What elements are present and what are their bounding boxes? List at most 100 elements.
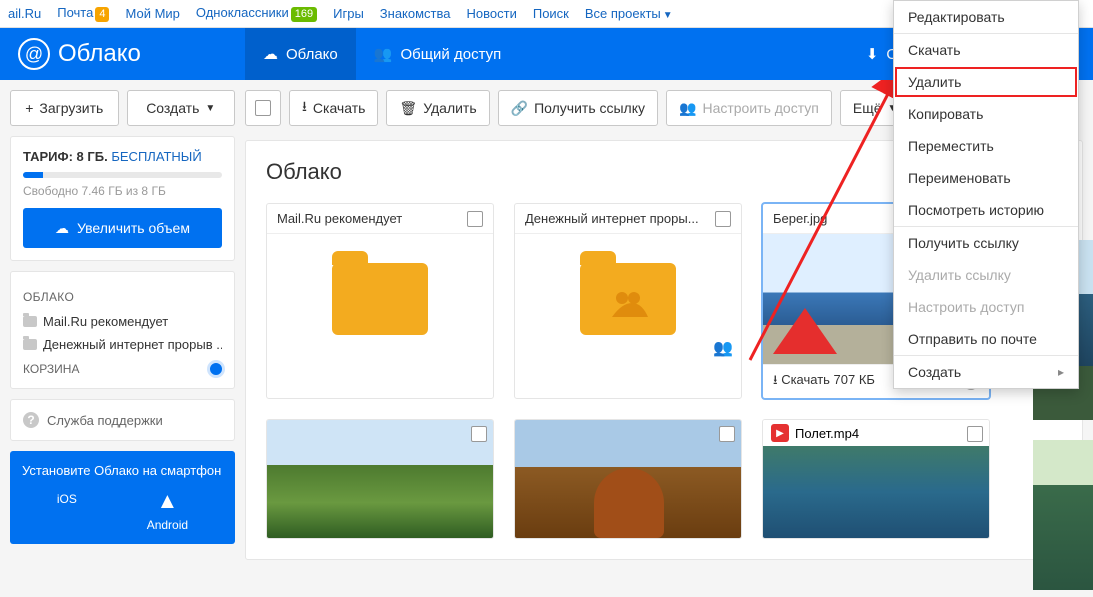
file-card-folder-shared[interactable]: Денежный интернет проры... 👥 [514, 203, 742, 399]
link-games[interactable]: Игры [333, 6, 364, 21]
link-all-projects[interactable]: Все проекты▼ [585, 6, 673, 21]
plus-icon: + [25, 100, 33, 116]
card-checkbox[interactable] [471, 426, 487, 442]
thumbnail-rocks [515, 420, 741, 538]
thumbnail-field [267, 420, 493, 538]
caret-down-icon: ▼ [205, 103, 215, 114]
tree-card: ОБЛАКО Mail.Ru рекомендует Денежный инте… [10, 271, 235, 389]
tree-item[interactable]: Mail.Ru рекомендует [23, 310, 222, 333]
ctx-download[interactable]: Скачать [894, 34, 1078, 66]
video-icon: ▶ [771, 424, 789, 442]
ctx-dellink: Удалить ссылку [894, 259, 1078, 291]
all-label: Все проекты [585, 6, 661, 21]
card-checkbox[interactable] [467, 211, 483, 227]
decoration [1079, 62, 1093, 78]
ctx-delete[interactable]: Удалить [894, 66, 1078, 98]
logo-text: Облако [58, 40, 141, 68]
ctx-history[interactable]: Посмотреть историю [894, 194, 1078, 226]
mail-label: Почта [57, 5, 93, 20]
at-icon: @ [18, 38, 50, 70]
support-card[interactable]: ? Служба поддержки [10, 399, 235, 441]
android-icon: ▲ [157, 488, 179, 514]
ctx-create[interactable]: Создать [894, 356, 1078, 388]
download-icon: ⬇ [866, 45, 879, 63]
access-button[interactable]: 👥 Настроить доступ [666, 90, 832, 126]
context-menu: Редактировать Скачать Удалить Копировать… [893, 0, 1079, 389]
trash-indicator-icon [210, 363, 222, 375]
upload-button[interactable]: + Загрузить [10, 90, 119, 126]
folder-icon [580, 263, 676, 335]
getlink-label: Получить ссылку [534, 100, 645, 116]
card-title: Берег.jpg [773, 211, 827, 226]
ctx-move[interactable]: Переместить [894, 130, 1078, 162]
link-ok[interactable]: Одноклассники169 [196, 5, 317, 22]
ctx-copy[interactable]: Копировать [894, 98, 1078, 130]
people-icon: 👥 [713, 338, 733, 358]
create-button[interactable]: Создать▼ [127, 90, 236, 126]
card-checkbox[interactable] [715, 211, 731, 227]
smartphone-promo: Установите Облако на смартфон iOS ▲Andro… [10, 451, 235, 544]
tab-shared-label: Общий доступ [400, 46, 501, 63]
cloud-icon: ☁ [55, 220, 69, 237]
download-button[interactable]: ⭳ Скачать [289, 90, 378, 126]
link-dating[interactable]: Знакомства [380, 6, 451, 21]
folder-icon [332, 263, 428, 335]
mail-badge: 4 [95, 7, 109, 22]
delete-button[interactable]: 🗑Удалить [386, 90, 489, 126]
ctx-getlink[interactable]: Получить ссылку [894, 227, 1078, 259]
file-card-image[interactable] [514, 419, 742, 539]
ctx-access: Настроить доступ [894, 291, 1078, 323]
increase-storage-button[interactable]: ☁ Увеличить объем [23, 208, 222, 248]
support-label: Служба поддержки [47, 413, 163, 428]
quota-card: ТАРИФ: 8 ГБ. БЕСПЛАТНЫЙ Свободно 7.46 ГБ… [10, 136, 235, 261]
select-all-checkbox[interactable] [245, 90, 281, 126]
card-checkbox[interactable] [967, 426, 983, 442]
sidebar: + Загрузить Создать▼ ТАРИФ: 8 ГБ. БЕСПЛАТ… [0, 80, 245, 597]
access-label: Настроить доступ [702, 100, 818, 116]
thumbnail-aerial [763, 446, 989, 538]
link-icon: 🔗 [511, 100, 528, 117]
ctx-edit[interactable]: Редактировать [894, 1, 1078, 33]
file-card-video[interactable]: ▶ Полет.mp4 [762, 419, 990, 539]
tree-label: Mail.Ru рекомендует [43, 314, 168, 329]
tree-item[interactable]: Денежный интернет прорыв ... [23, 333, 222, 356]
delete-label: Удалить [423, 100, 476, 116]
link-moymir[interactable]: Мой Мир [125, 6, 179, 21]
download-icon: ⭳ [302, 96, 307, 120]
tariff-line: ТАРИФ: 8 ГБ. БЕСПЛАТНЫЙ [23, 149, 222, 164]
link-search[interactable]: Поиск [533, 6, 569, 21]
file-card-folder[interactable]: Mail.Ru рекомендует [266, 203, 494, 399]
card-footer-label: Скачать 707 КБ [781, 372, 875, 387]
ios-link[interactable]: iOS [57, 488, 77, 532]
folder-icon [23, 316, 37, 327]
download-label: Скачать [313, 100, 366, 116]
ctx-sendmail[interactable]: Отправить по почте [894, 323, 1078, 355]
android-label: Android [147, 518, 188, 532]
folder-icon [23, 339, 37, 350]
shared-overlay-icon [608, 287, 648, 317]
card-checkbox[interactable] [719, 426, 735, 442]
android-link[interactable]: ▲ Android [147, 488, 188, 532]
people-icon: 👥 [374, 45, 393, 63]
people-icon: 👥 [679, 100, 696, 117]
ios-label: iOS [57, 492, 77, 506]
file-card-image[interactable] [266, 419, 494, 539]
tab-cloud[interactable]: ☁ Облако [245, 28, 356, 80]
decoration [1079, 36, 1093, 52]
link-news[interactable]: Новости [467, 6, 517, 21]
cloud-icon: ☁ [263, 45, 278, 63]
tree-label: Денежный интернет прорыв ... [43, 337, 222, 352]
upload-label: Загрузить [39, 100, 103, 116]
logo[interactable]: @ Облако [0, 38, 245, 70]
ctx-rename[interactable]: Переименовать [894, 162, 1078, 194]
tab-shared[interactable]: 👥 Общий доступ [356, 28, 519, 80]
section-trash[interactable]: КОРЗИНА [23, 362, 79, 376]
card-download-link[interactable]: ⭳ Скачать 707 КБ [773, 371, 875, 393]
link-mail[interactable]: Почта4 [57, 5, 109, 22]
increase-label: Увеличить объем [77, 220, 190, 236]
question-icon: ? [23, 412, 39, 428]
getlink-button[interactable]: 🔗 Получить ссылку [498, 90, 658, 126]
card-title: Полет.mp4 [795, 426, 859, 441]
link-mailru[interactable]: ail.Ru [8, 6, 41, 21]
ok-badge: 169 [291, 7, 317, 22]
